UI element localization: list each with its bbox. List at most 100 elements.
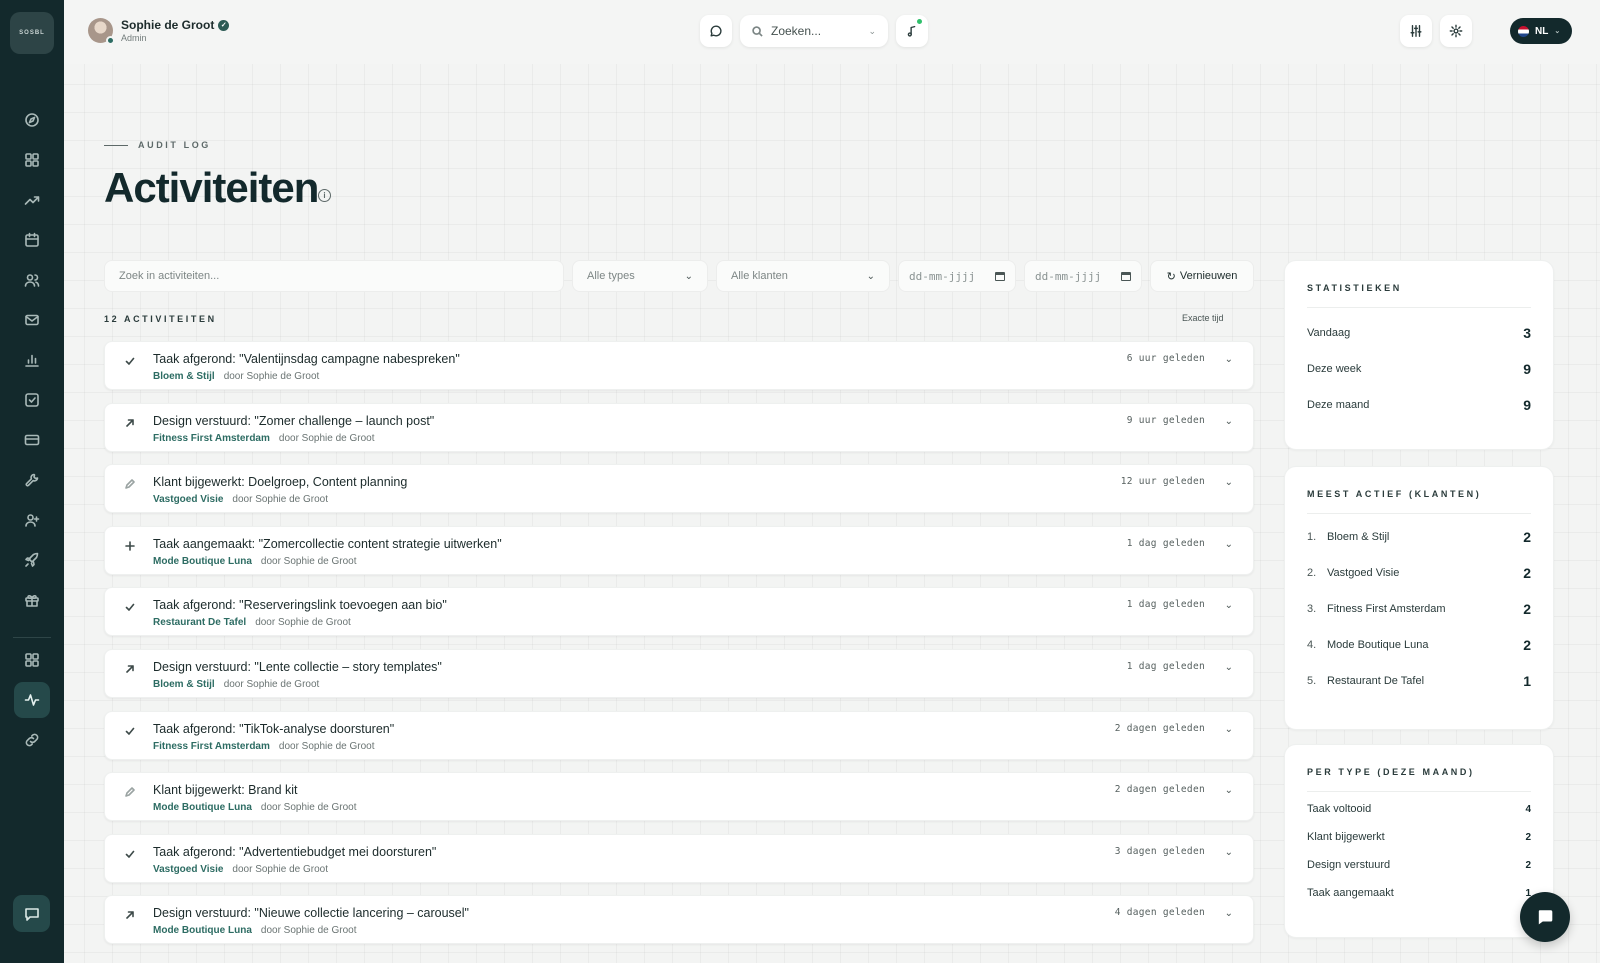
- message-circle-icon: [710, 25, 722, 37]
- sidebar-item-grid[interactable]: [0, 640, 64, 680]
- row-value: 9: [1523, 361, 1531, 377]
- activity-time: 12 uur geleden: [1120, 476, 1205, 488]
- page-title: Activiteiten: [104, 164, 319, 211]
- filter-settings-button[interactable]: [1400, 15, 1432, 47]
- activity-search-input[interactable]: Zoek in activiteiten...: [104, 260, 564, 292]
- row-value: 2: [1523, 529, 1531, 545]
- activity-time: 3 dagen geleden: [1114, 845, 1205, 857]
- activity-author: door Sophie de Groot: [260, 555, 357, 567]
- sidebar-item-activity[interactable]: [0, 680, 64, 720]
- client-rank-row: 5. Restaurant De Tafel 1: [1307, 673, 1531, 689]
- activity-row[interactable]: Taak aangemaakt: "Zomercollectie content…: [104, 525, 1254, 575]
- activity-client-link[interactable]: Vastgoed Visie: [153, 864, 223, 875]
- activity-time: 1 dag geleden: [1126, 661, 1205, 672]
- settings-button[interactable]: [1440, 15, 1472, 47]
- sidebar-item-tool[interactable]: [0, 460, 64, 500]
- grid-icon: [25, 653, 39, 667]
- activity-client-link[interactable]: Mode Boutique Luna: [153, 556, 252, 567]
- activity-time: 9 uur geleden: [1126, 414, 1205, 426]
- user-plus-icon: [25, 514, 40, 527]
- sidebar-item-users[interactable]: [0, 260, 64, 300]
- bar-chart-icon: [25, 354, 39, 367]
- activity-client-link[interactable]: Mode Boutique Luna: [153, 802, 252, 813]
- activity-title: Klant bijgewerkt: Doelgroep, Content pla…: [153, 475, 408, 490]
- sidebar-item-bar-chart[interactable]: [0, 340, 64, 380]
- row-label: Design verstuurd: [1307, 859, 1391, 871]
- type-count-row: Taak voltooid 4: [1307, 803, 1531, 815]
- activity-author: door Sophie de Groot: [223, 679, 320, 690]
- client-rank-row: 1. Bloem & Stijl 2: [1307, 529, 1531, 545]
- avatar: [88, 18, 115, 45]
- activity-client-link[interactable]: Fitness First Amsterdam: [153, 433, 270, 444]
- row-value: 2: [1523, 637, 1531, 653]
- eyebrow-text: AUDIT LOG: [138, 140, 211, 150]
- user-profile[interactable]: Sophie de Groot ✓ Admin: [88, 18, 230, 45]
- activity-client-link[interactable]: Restaurant De Tafel: [153, 617, 246, 628]
- chevron-down-icon[interactable]: ⌄: [1225, 724, 1233, 735]
- activity-client-link[interactable]: Vastgoed Visie: [153, 494, 223, 505]
- sidebar-item-calendar[interactable]: [0, 220, 64, 260]
- activity-author: door Sophie de Groot: [278, 740, 375, 752]
- chevron-down-icon[interactable]: ⌄: [1225, 416, 1233, 427]
- eyebrow-line: [104, 144, 128, 146]
- sidebar-item-compass[interactable]: [0, 100, 64, 140]
- sidebar-item-link[interactable]: [0, 720, 64, 760]
- language-code: NL: [1535, 25, 1549, 37]
- activity-row[interactable]: Taak afgerond: "Advertentiebudget mei do…: [104, 833, 1254, 883]
- activity-row[interactable]: Taak afgerond: "TikTok-analyse doorsture…: [104, 710, 1254, 760]
- refresh-button[interactable]: ↻ Vernieuwen: [1150, 260, 1254, 292]
- chevron-down-icon: ⌄: [868, 25, 876, 36]
- chevron-down-icon[interactable]: ⌄: [1225, 354, 1233, 365]
- verified-icon: ✓: [218, 19, 230, 31]
- arrow-up-right-icon: [123, 416, 137, 430]
- rank-number: 4.: [1307, 639, 1317, 651]
- language-selector[interactable]: NL ⌄: [1510, 18, 1572, 44]
- sidebar-item-rocket[interactable]: [0, 540, 64, 580]
- global-search[interactable]: Zoeken... ⌄: [740, 15, 888, 47]
- sidebar-item-check-square[interactable]: [0, 380, 64, 420]
- type-select-value: Alle types: [587, 270, 635, 282]
- exact-time-toggle[interactable]: Exacte tijd: [1182, 313, 1224, 323]
- date-to-input[interactable]: dd-mm-jjjj: [1024, 260, 1142, 292]
- activity-row[interactable]: Taak afgerond: "Reserveringslink toevoeg…: [104, 587, 1254, 637]
- chevron-down-icon[interactable]: ⌄: [1225, 477, 1233, 488]
- music-player-button[interactable]: [896, 15, 928, 47]
- chevron-down-icon: ⌄: [866, 270, 875, 282]
- sidebar-item-credit-card[interactable]: [0, 420, 64, 460]
- sidebar-item-trending[interactable]: [0, 180, 64, 220]
- sidebar-item-mail[interactable]: [0, 300, 64, 340]
- sidebar-item-user-plus[interactable]: [0, 500, 64, 540]
- activity-client-link[interactable]: Fitness First Amsterdam: [153, 741, 270, 752]
- sidebar-item-gift[interactable]: [0, 580, 64, 620]
- chevron-down-icon[interactable]: ⌄: [1225, 662, 1233, 673]
- chevron-down-icon[interactable]: ⌄: [1225, 600, 1233, 611]
- messages-button[interactable]: [700, 15, 732, 47]
- activity-row[interactable]: Design verstuurd: "Zomer challenge – lau…: [104, 402, 1254, 452]
- online-status-dot: [106, 36, 115, 45]
- activity-client-link[interactable]: Mode Boutique Luna: [153, 925, 252, 936]
- refresh-icon: ↻: [1166, 270, 1176, 283]
- type-select[interactable]: Alle types ⌄: [572, 260, 708, 292]
- chevron-down-icon[interactable]: ⌄: [1225, 539, 1233, 550]
- chat-fab-button[interactable]: [1520, 892, 1570, 942]
- activity-client-link[interactable]: Bloem & Stijl: [153, 679, 215, 690]
- chevron-down-icon[interactable]: ⌄: [1225, 785, 1233, 796]
- info-icon[interactable]: i: [318, 189, 331, 202]
- link-icon: [25, 733, 39, 747]
- activity-row[interactable]: Klant bijgewerkt: Doelgroep, Content pla…: [104, 464, 1254, 514]
- chevron-down-icon[interactable]: ⌄: [1225, 847, 1233, 858]
- activity-client-link[interactable]: Bloem & Stijl: [153, 371, 215, 382]
- activity-row[interactable]: Design verstuurd: "Nieuwe collectie lanc…: [104, 895, 1254, 945]
- activity-icon: [24, 694, 40, 706]
- date-from-input[interactable]: dd-mm-jjjj: [898, 260, 1016, 292]
- client-select[interactable]: Alle klanten ⌄: [716, 260, 890, 292]
- activity-row[interactable]: Taak afgerond: "Valentijnsdag campagne n…: [104, 341, 1254, 390]
- client-rank-row: 2. Vastgoed Visie 2: [1307, 565, 1531, 581]
- activity-row[interactable]: Klant bijgewerkt: Brand kit Mode Boutique…: [104, 772, 1254, 822]
- app-logo[interactable]: SOSBL: [10, 12, 54, 54]
- activity-row[interactable]: Design verstuurd: "Lente collectie – sto…: [104, 649, 1254, 698]
- chat-toggle-button[interactable]: [13, 895, 50, 932]
- activity-time: 2 dagen geleden: [1114, 722, 1205, 734]
- chevron-down-icon[interactable]: ⌄: [1225, 908, 1233, 919]
- sidebar-item-dashboard[interactable]: [0, 140, 64, 180]
